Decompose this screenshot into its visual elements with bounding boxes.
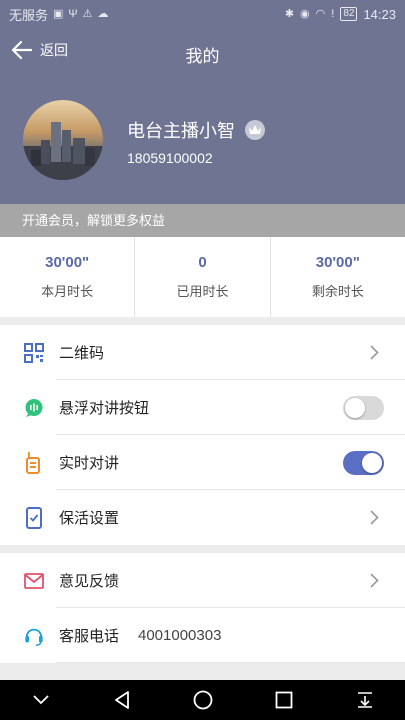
triangle-back-icon [114,691,129,709]
walkie-talkie-icon [24,452,44,474]
home-nav-button[interactable] [188,685,218,715]
toggle-knob [362,453,382,473]
system-nav-bar [0,680,405,720]
chat-bubble-icon [24,398,44,418]
stat-label: 本月时长 [41,284,94,299]
toggle-knob [345,398,365,418]
service-phone-label: 客服电话 [59,628,120,645]
service-phone-number: 4001000303 [138,627,222,644]
collapse-nav-button[interactable] [26,685,56,715]
clock: 14:23 [363,6,396,22]
stat-value: 30'00" [45,254,90,271]
avatar-image [23,122,103,180]
status-bar: 无服务 ▣ Ψ ⚠ ☁ ✱ ◉ ◠ ! 82 14:23 [0,0,405,28]
wifi-icon: ◠ [315,7,326,20]
settings-group: 二维码 悬浮对讲按钮 实时对讲 保活设置 [0,325,405,545]
profile-header: 无服务 ▣ Ψ ⚠ ☁ ✱ ◉ ◠ ! 82 14:23 返回 我的 电台主播小… [0,0,405,204]
chevron-right-icon [370,510,379,525]
username: 电台主播小智 [127,117,265,143]
divider [56,662,405,663]
float-button-label: 悬浮对讲按钮 [59,400,150,417]
qr-code-icon [24,343,44,363]
stat-monthly: 30'00" 本月时长 [0,237,136,317]
username-text: 电台主播小智 [127,121,235,141]
keep-alive-label: 保活设置 [59,510,120,527]
support-group: 意见反馈 客服电话 4001000303 [0,553,405,663]
headset-icon [24,626,44,646]
alert-icon: ! [331,7,335,20]
qr-code-row[interactable]: 二维码 [0,325,405,380]
realtime-talk-row: 实时对讲 [0,435,405,490]
chevron-down-icon [32,695,49,705]
warning-icon: ⚠ [82,7,93,20]
back-nav-button[interactable] [107,685,137,715]
bluetooth-icon: ✱ [284,7,295,20]
feedback-row[interactable]: 意见反馈 [0,553,405,608]
stat-value: 30'00" [315,254,360,271]
feedback-label: 意见反馈 [59,573,120,590]
cloud-icon: ☁ [97,7,109,20]
mail-icon [24,571,44,591]
circle-home-icon [193,690,212,710]
square-recents-icon [275,691,292,709]
float-button-toggle[interactable] [343,396,384,420]
nav-bar: 返回 我的 [0,36,405,70]
carrier-text: 无服务 [9,7,49,23]
notification-nav-button[interactable] [350,685,380,715]
eye-icon: ◉ [300,7,310,20]
pull-down-icon [357,692,372,708]
avatar[interactable] [23,100,103,180]
usb-icon: Ψ [68,7,78,20]
stat-label: 剩余时长 [311,284,364,299]
sim-icon: ▣ [53,7,64,20]
chevron-right-icon [370,345,379,360]
crown-icon [245,120,265,140]
usage-stats: 30'00" 本月时长 0 已用时长 30'00" 剩余时长 [0,237,405,317]
page-title: 我的 [185,47,220,66]
realtime-talk-toggle[interactable] [343,451,384,475]
service-phone-row[interactable]: 客服电话 4001000303 [0,608,405,663]
stat-value: 0 [198,254,207,271]
chevron-right-icon [370,573,379,588]
recents-nav-button[interactable] [269,685,299,715]
keep-alive-row[interactable]: 保活设置 [0,490,405,545]
user-phone: 18059100002 [127,150,213,166]
stat-used: 0 已用时长 [135,237,271,317]
stat-remaining: 30'00" 剩余时长 [271,237,405,317]
qr-code-label: 二维码 [59,345,105,362]
realtime-talk-label: 实时对讲 [59,455,120,472]
float-button-row: 悬浮对讲按钮 [0,380,405,435]
battery-indicator: 82 [340,7,358,21]
phone-check-icon [24,507,44,529]
stat-label: 已用时长 [176,284,229,299]
vip-banner[interactable]: 开通会员，解锁更多权益 [0,204,405,237]
